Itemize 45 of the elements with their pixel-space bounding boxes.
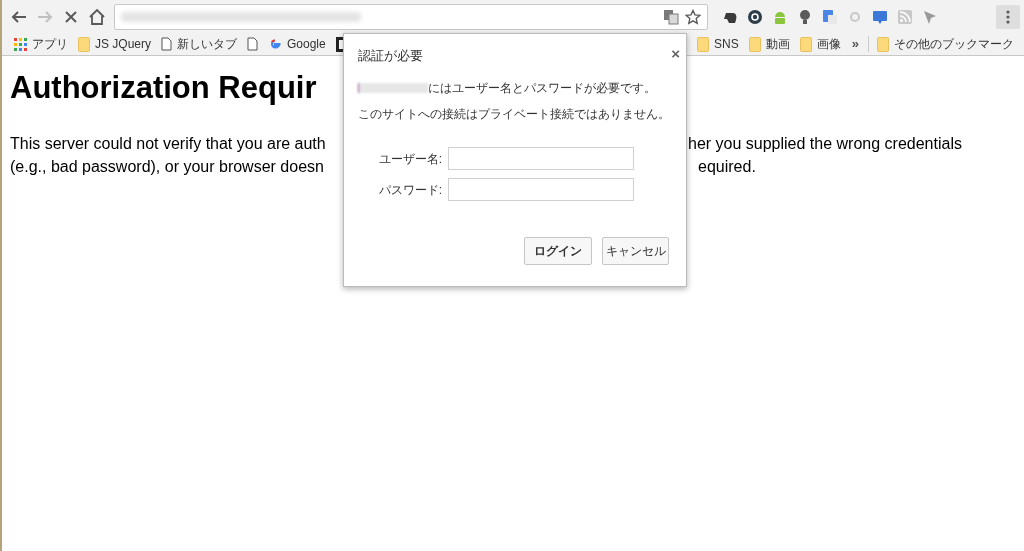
folder-icon	[697, 36, 710, 52]
folder-icon	[799, 36, 812, 52]
cursor-icon[interactable]	[922, 8, 938, 25]
bookmark[interactable]: JS JQuery	[76, 34, 153, 54]
rss-icon[interactable]	[897, 8, 913, 25]
lightbulb-icon[interactable]	[797, 8, 813, 25]
folder-icon	[78, 36, 90, 52]
bookmark[interactable]: その他のブックマーク	[875, 34, 1016, 54]
dialog-message: にはユーザー名とパスワードが必要です。	[428, 80, 656, 97]
star-icon[interactable]	[685, 8, 701, 25]
input-field[interactable]	[448, 147, 634, 170]
e-circle-icon[interactable]	[747, 8, 763, 25]
home-icon[interactable]	[88, 7, 106, 26]
field-label: ユーザー名:	[377, 150, 443, 168]
page-icon	[247, 37, 258, 51]
paragraph-text: (e.g., bad password), or your browser doesn	[10, 158, 324, 175]
overflow-chevron[interactable]: »	[851, 34, 859, 54]
bookmark[interactable]: アプリ	[12, 34, 70, 54]
cancel-button[interactable]: キャンセル	[602, 237, 669, 265]
bookmark[interactable]: 動画	[746, 34, 792, 54]
dialog-title: 認証が必要	[358, 47, 423, 65]
menu-button[interactable]	[996, 4, 1020, 29]
folder-icon	[877, 36, 889, 52]
bookmark[interactable]: Google	[266, 34, 328, 54]
translate-icon[interactable]	[822, 8, 838, 25]
bookmark[interactable]: SNS	[695, 34, 741, 54]
google-icon	[268, 37, 282, 51]
menu-icon	[1006, 9, 1010, 24]
bookmark[interactable]: 新しいタブ	[159, 34, 239, 54]
paragraph-text: This server could not verify that you are auth	[10, 135, 326, 152]
login-button[interactable]: ログイン	[524, 237, 592, 265]
folder-icon	[748, 36, 761, 52]
bookmark[interactable]: 画像	[797, 34, 843, 54]
chat-icon[interactable]	[872, 8, 888, 25]
field-label: パスワード:	[377, 181, 443, 199]
page-icon	[161, 37, 172, 51]
paragraph-text: equired.	[698, 157, 756, 177]
close-button[interactable]: ×	[671, 46, 680, 62]
paragraph-text: her you supplied the wrong credentials	[688, 134, 962, 154]
apps-icon	[14, 37, 27, 51]
page-heading: Authorization Requir	[10, 69, 317, 107]
blurred-url	[358, 83, 428, 93]
input-field[interactable]	[448, 178, 634, 201]
privacy-notice: このサイトへの接続はプライベート接続ではありません。	[358, 106, 670, 123]
translate-icon[interactable]	[663, 8, 679, 25]
